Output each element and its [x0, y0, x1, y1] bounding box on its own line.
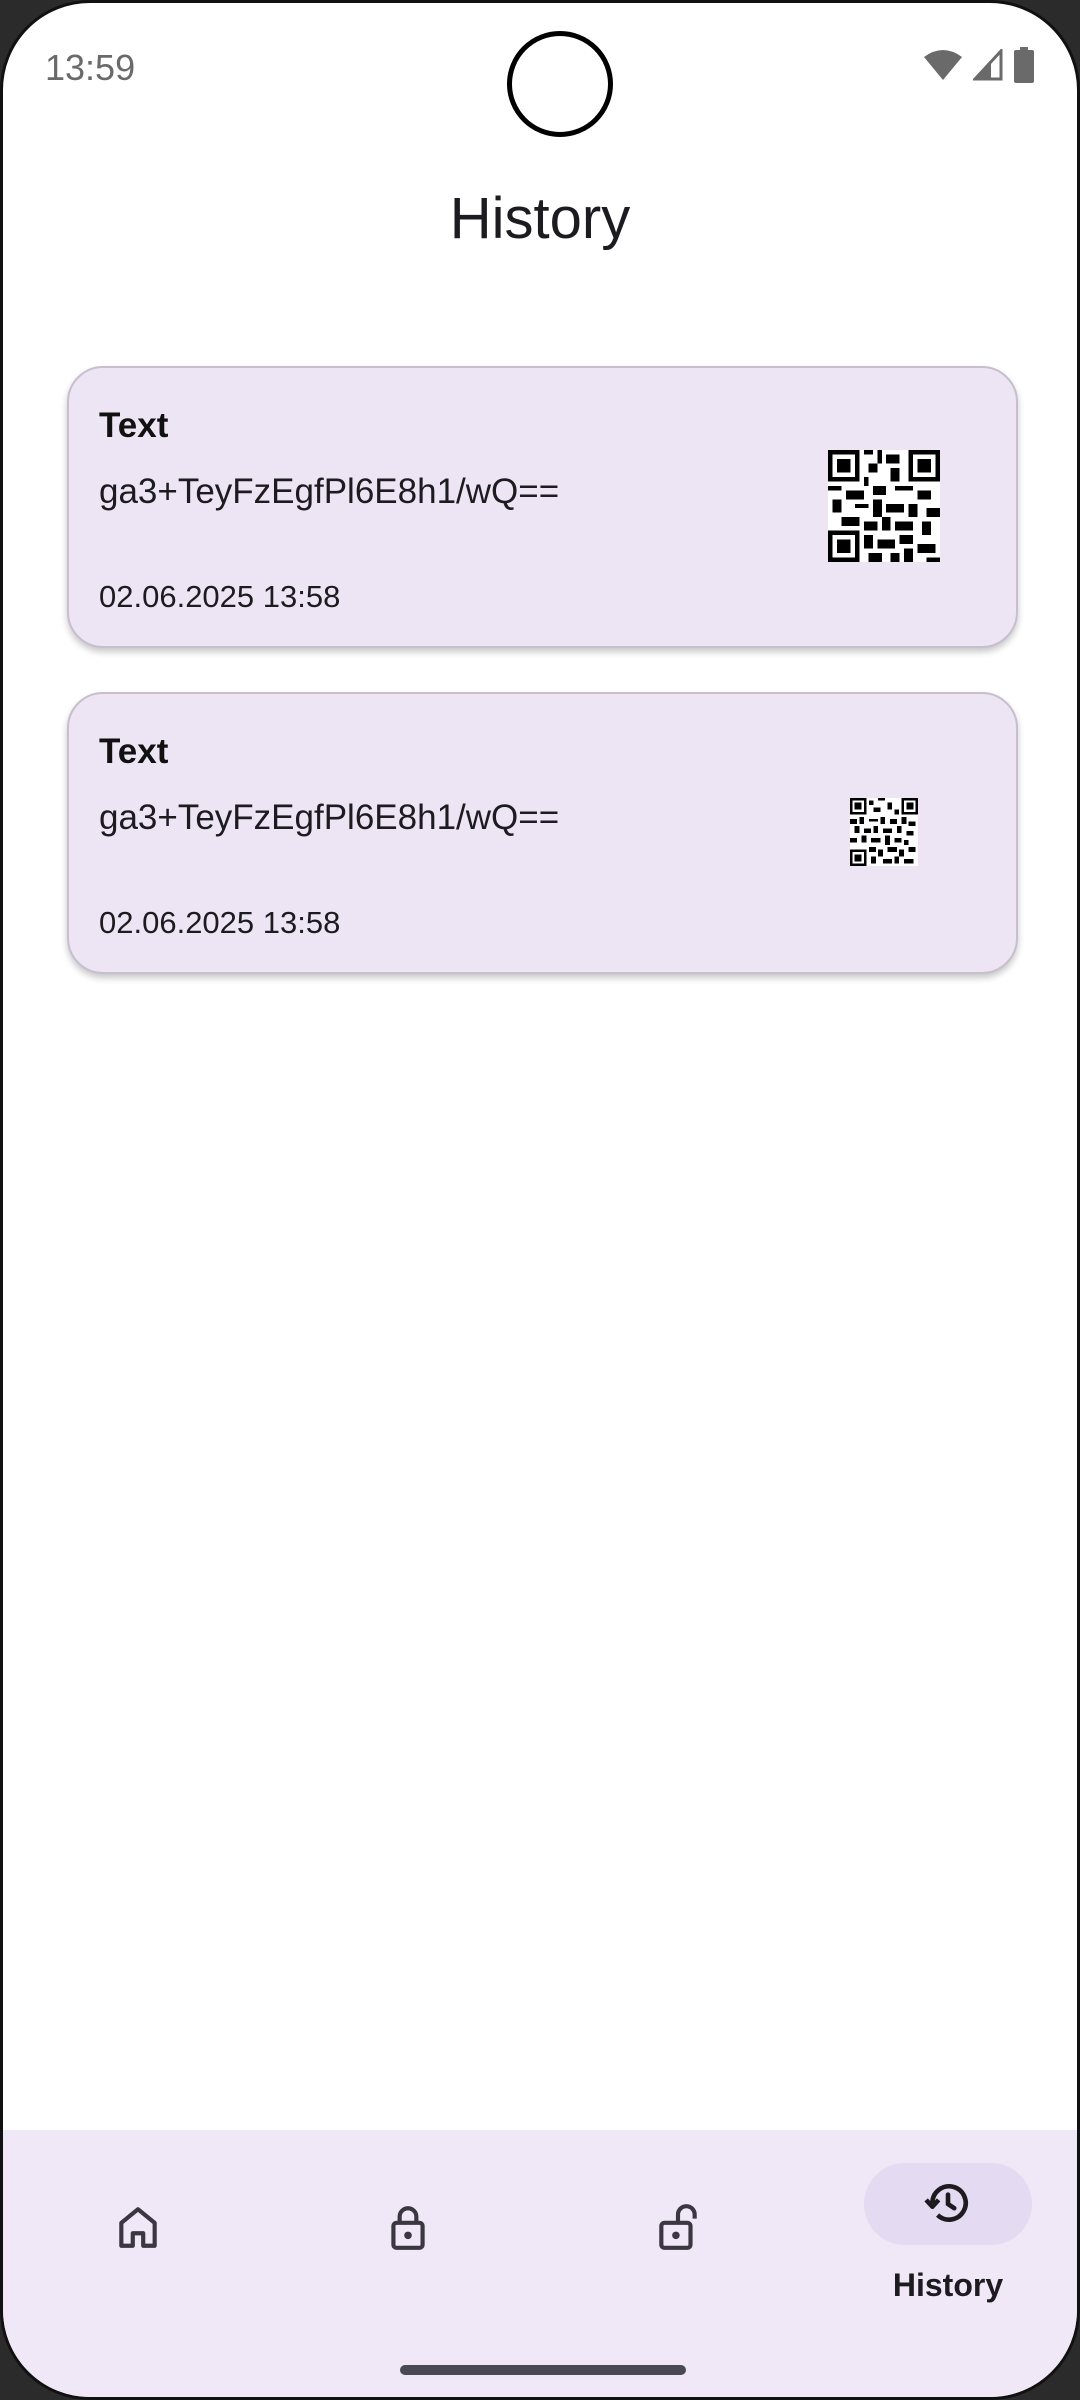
card-date: 02.06.2025 13:58 [99, 905, 341, 940]
history-list: Text ga3+TeyFzEgfPl6E8h1/wQ== 02.06.2025… [67, 366, 1018, 1018]
bottom-navigation: History [3, 2130, 1077, 2397]
qr-code-icon [828, 450, 940, 562]
card-content-text: ga3+TeyFzEgfPl6E8h1/wQ== [99, 472, 560, 511]
status-bar: 13:59 [3, 3, 1077, 137]
qr-code-icon [850, 798, 918, 866]
page-title: History [449, 186, 631, 251]
nav-item-encrypt[interactable] [273, 2130, 543, 2330]
home-icon [113, 2202, 163, 2252]
phone-screen: 13:59 History Text ga3+TeyFzEgfPl6E8h1/w… [0, 0, 1080, 2400]
camera-cutout [507, 31, 613, 137]
wifi-icon [923, 48, 963, 82]
nav-item-decrypt[interactable] [543, 2130, 813, 2330]
card-content-text: ga3+TeyFzEgfPl6E8h1/wQ== [99, 798, 560, 837]
status-time: 13:59 [45, 47, 136, 88]
history-icon [923, 2178, 973, 2228]
status-icons [923, 47, 1035, 83]
lock-icon [383, 2202, 433, 2252]
unlock-icon [653, 2202, 703, 2252]
card-type-label: Text [99, 406, 169, 445]
card-date: 02.06.2025 13:58 [99, 579, 341, 614]
nav-item-home[interactable] [3, 2130, 273, 2330]
battery-icon [1013, 47, 1035, 83]
card-type-label: Text [99, 732, 169, 771]
gesture-handle[interactable] [400, 2365, 686, 2375]
history-card[interactable]: Text ga3+TeyFzEgfPl6E8h1/wQ== 02.06.2025… [67, 366, 1018, 648]
history-card[interactable]: Text ga3+TeyFzEgfPl6E8h1/wQ== 02.06.2025… [67, 692, 1018, 974]
nav-item-history[interactable]: History [813, 2130, 1077, 2330]
nav-label-history: History [892, 2267, 1004, 2303]
signal-icon [973, 49, 1003, 81]
